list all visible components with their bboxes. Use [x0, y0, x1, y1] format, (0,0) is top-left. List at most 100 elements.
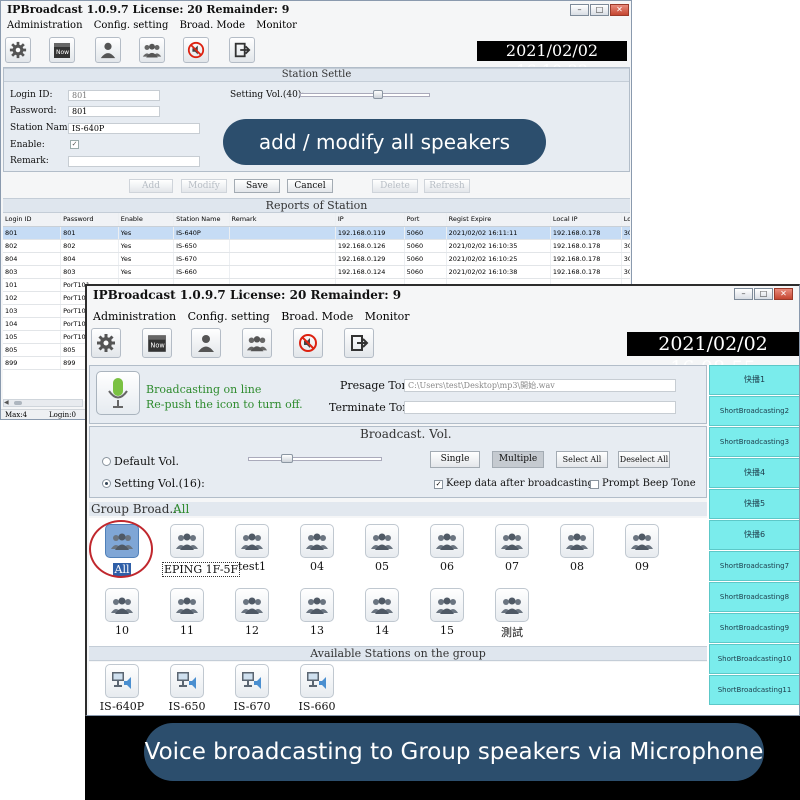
prompt-beep-checkbox[interactable] [590, 480, 599, 489]
group-item[interactable]: 08 [552, 524, 602, 573]
column-header[interactable]: Enable [118, 213, 175, 227]
close-button[interactable]: ✕ [610, 4, 629, 16]
volume-slider[interactable] [300, 90, 430, 99]
group-icon[interactable] [139, 37, 165, 63]
short-broadcast-button[interactable]: 快播4 [709, 458, 799, 488]
station-item[interactable]: IS-640P [97, 664, 147, 713]
maximize-button[interactable]: □ [590, 4, 609, 16]
scrollbar-thumb[interactable] [14, 401, 22, 405]
user-icon[interactable] [95, 37, 121, 63]
station-name-field[interactable]: IS-640P [68, 123, 200, 134]
deselect-all-button[interactable]: Deselect All [618, 451, 670, 468]
group-item[interactable]: 04 [292, 524, 342, 573]
station-item[interactable]: IS-660 [292, 664, 342, 713]
short-broadcast-button[interactable]: 快播5 [709, 489, 799, 519]
short-broadcast-button[interactable]: ShortBroadcasting8 [709, 582, 799, 612]
menu-broad-mode[interactable]: Broad. Mode [180, 20, 245, 31]
group-item[interactable]: 06 [422, 524, 472, 573]
menu-config-setting[interactable]: Config. setting [94, 20, 169, 31]
add-button[interactable]: Add [129, 179, 173, 193]
refresh-button[interactable]: Refresh [424, 179, 470, 193]
short-broadcast-button[interactable]: 快播1 [709, 365, 799, 395]
group-item[interactable]: 07 [487, 524, 537, 573]
short-broadcast-button[interactable]: ShortBroadcasting10 [709, 644, 799, 674]
short-broadcast-button[interactable]: ShortBroadcasting9 [709, 613, 799, 643]
table-row[interactable]: 804 804 Yes IS-670 192.168.0.129 5060 2021/02/… [3, 252, 630, 266]
user-icon[interactable] [191, 328, 221, 358]
exit-icon[interactable] [344, 328, 374, 358]
now-calendar-icon[interactable]: Now [49, 37, 75, 63]
column-header[interactable]: Station Name [173, 213, 230, 227]
minimize-button[interactable]: – [734, 288, 753, 300]
presage-tone-field[interactable]: C:\Users\test\Desktop\mp3\開始.wav [404, 379, 676, 392]
group-item[interactable]: 測試 [487, 588, 537, 640]
mute-icon[interactable] [293, 328, 323, 358]
exit-icon[interactable] [229, 37, 255, 63]
delete-button[interactable]: Delete [372, 179, 418, 193]
group-item[interactable]: 10 [97, 588, 147, 637]
menu-config-setting[interactable]: Config. setting [188, 310, 270, 323]
maximize-button[interactable]: □ [754, 288, 773, 300]
station-item[interactable]: IS-670 [227, 664, 277, 713]
menu-monitor[interactable]: Monitor [365, 310, 410, 323]
single-button[interactable]: Single [430, 451, 480, 468]
table-row[interactable]: 801 801 Yes IS-640P 192.168.0.119 5060 2021/02… [3, 226, 630, 240]
short-broadcast-button[interactable]: ShortBroadcasting3 [709, 427, 799, 457]
column-header[interactable]: Port [404, 213, 447, 227]
setting-vol-radio[interactable] [102, 479, 111, 488]
group-icon[interactable] [242, 328, 272, 358]
terminate-tone-field[interactable] [404, 401, 676, 414]
group-item[interactable]: test1 [227, 524, 277, 573]
default-vol-radio[interactable] [102, 457, 111, 466]
enable-checkbox[interactable]: ✓ [70, 140, 79, 149]
close-button[interactable]: ✕ [774, 288, 793, 300]
group-item[interactable]: 14 [357, 588, 407, 637]
now-calendar-icon[interactable]: Now [142, 328, 172, 358]
menu-monitor[interactable]: Monitor [256, 20, 297, 31]
menu-broad-mode[interactable]: Broad. Mode [281, 310, 353, 323]
column-header[interactable]: Password [60, 213, 119, 227]
short-broadcast-button[interactable]: ShortBroadcasting11 [709, 675, 799, 705]
microphone-button[interactable] [96, 371, 140, 415]
group-item[interactable]: 12 [227, 588, 277, 637]
column-header[interactable]: Regist Expire [446, 213, 551, 227]
volume-slider-thumb[interactable] [281, 454, 293, 463]
scroll-left-arrow-icon[interactable]: ◀ [4, 399, 9, 406]
group-item[interactable]: 09 [617, 524, 667, 573]
mute-icon[interactable] [183, 37, 209, 63]
multiple-button[interactable]: Multiple [492, 451, 544, 468]
short-broadcast-button[interactable]: ShortBroadcasting7 [709, 551, 799, 581]
group-item[interactable]: All [89, 520, 153, 578]
menu-administration[interactable]: Administration [93, 310, 176, 323]
password-field[interactable]: 801 [68, 106, 160, 117]
column-header[interactable]: Local Port [621, 213, 630, 227]
cancel-button[interactable]: Cancel [287, 179, 333, 193]
select-all-button[interactable]: Select All [556, 451, 608, 468]
short-broadcast-button[interactable]: 快播6 [709, 520, 799, 550]
column-header[interactable]: Remark [229, 213, 336, 227]
volume-slider[interactable] [248, 454, 382, 463]
column-header[interactable]: Local IP [550, 213, 622, 227]
group-item[interactable]: EPING 1F-5F [162, 524, 241, 577]
short-broadcast-button[interactable]: ShortBroadcasting2 [709, 396, 799, 426]
gear-icon[interactable] [5, 37, 31, 63]
column-header[interactable]: IP [335, 213, 405, 227]
station-item[interactable]: IS-650 [162, 664, 212, 713]
minimize-button[interactable]: – [570, 4, 589, 16]
keep-data-checkbox[interactable]: ✓ [434, 480, 443, 489]
modify-button[interactable]: Modify [181, 179, 227, 193]
save-button[interactable]: Save [234, 179, 280, 193]
group-item[interactable]: 15 [422, 588, 472, 637]
horizontal-scrollbar[interactable]: ◀ [3, 399, 83, 407]
login-id-field[interactable]: 801 [68, 90, 160, 101]
table-row[interactable]: 802 802 Yes IS-650 192.168.0.126 5060 2021/02/… [3, 239, 630, 253]
volume-slider-thumb[interactable] [373, 90, 383, 99]
gear-icon[interactable] [91, 328, 121, 358]
remark-field[interactable] [68, 156, 200, 167]
group-item[interactable]: 05 [357, 524, 407, 573]
table-row[interactable]: 803 803 Yes IS-660 192.168.0.124 5060 2021/02/… [3, 265, 630, 279]
column-header[interactable]: Login ID [3, 213, 62, 227]
menu-administration[interactable]: Administration [7, 20, 83, 31]
group-item[interactable]: 13 [292, 588, 342, 637]
group-item[interactable]: 11 [162, 588, 212, 637]
